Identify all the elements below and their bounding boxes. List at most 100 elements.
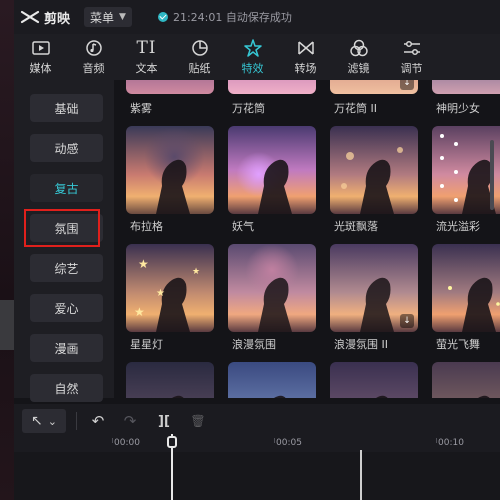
tab-label: 媒体 (29, 62, 52, 75)
redo-icon: ↷ (123, 412, 137, 430)
category-comic[interactable]: 漫画 (30, 334, 103, 362)
download-icon[interactable]: ↓ (400, 314, 414, 328)
category-nature[interactable]: 自然 (30, 374, 103, 402)
tab-label: 转场 (294, 62, 317, 75)
silhouette-image (156, 159, 190, 214)
effect-thumbnail[interactable] (228, 362, 316, 398)
category-variety[interactable]: 综艺 (30, 254, 103, 282)
effect-label: 星星灯 (130, 338, 163, 351)
filter-icon (349, 39, 368, 57)
timeline-tracks[interactable] (14, 452, 500, 500)
silhouette-image (172, 395, 184, 398)
effect-thumbnail[interactable] (330, 362, 418, 398)
tab-audio[interactable]: 音频 (67, 34, 120, 80)
effect-label: 浪漫氛围 II (334, 338, 388, 351)
tab-effects[interactable]: 特效 (226, 34, 279, 80)
svg-text:★: ★ (134, 305, 145, 319)
undo-button[interactable]: ↶ (87, 409, 109, 433)
silhouette-image: ★ ★ ★ ★ (134, 257, 200, 332)
split-button[interactable]: ][ (153, 409, 175, 433)
tab-media[interactable]: 媒体 (14, 34, 67, 80)
highlight-box (24, 209, 100, 247)
undo-icon: ↶ (91, 412, 105, 430)
chevron-down-icon: ⌄ (47, 414, 57, 428)
check-circle-icon (157, 12, 168, 22)
silhouette-image (274, 395, 286, 398)
autosave-text: 21:24:01 自动保存成功 (172, 11, 292, 24)
effect-thumbnail[interactable]: ★ ★ ★ ★ (126, 244, 214, 332)
app-logo: 剪映 (20, 8, 70, 27)
screen: 剪映 菜单 ▼ 21:24:01 自动保存成功 媒体 音频 TI 文本 贴纸 特… (0, 0, 500, 500)
delete-button[interactable]: 🗑 (187, 409, 209, 433)
effect-thumbnail[interactable]: ↓ (330, 80, 418, 94)
timeline-toolbar: ↖ ⌄ ↶ ↷ ][ 🗑 (14, 404, 500, 438)
ruler-tick (436, 438, 437, 443)
sticker-icon (191, 40, 208, 56)
app-name: 剪映 (44, 11, 71, 27)
cursor-icon: ↖ (31, 413, 43, 429)
tab-sticker[interactable]: 贴纸 (173, 34, 226, 80)
effects-scrollbar[interactable] (490, 140, 494, 210)
effect-label: 万花筒 (232, 102, 265, 115)
playhead-handle[interactable] (167, 436, 177, 448)
autosave-status: 21:24:01 自动保存成功 (157, 9, 292, 25)
menu-label: 菜单 (90, 10, 115, 25)
ruler-label: 00:10 (438, 438, 464, 448)
effect-thumbnail[interactable] (330, 126, 418, 214)
select-tool-button[interactable]: ↖ ⌄ (22, 409, 66, 433)
effect-thumbnail[interactable] (228, 126, 316, 214)
effect-label: 布拉格 (130, 220, 163, 233)
tab-filter[interactable]: 滤镜 (332, 34, 385, 80)
tab-text[interactable]: TI 文本 (120, 34, 173, 80)
effect-label: 万花筒 II (334, 102, 377, 115)
trash-icon: 🗑 (190, 414, 206, 428)
silhouette-image (448, 277, 500, 332)
effect-thumbnail[interactable] (432, 244, 500, 332)
effect-label: 妖气 (232, 220, 254, 233)
svg-text:★: ★ (192, 267, 200, 277)
ruler-label: 00:05 (276, 438, 302, 448)
tab-label: 调节 (400, 62, 423, 75)
download-icon[interactable]: ↓ (400, 80, 414, 90)
toolbar-divider (76, 412, 77, 430)
redo-button[interactable]: ↷ (119, 409, 141, 433)
effect-thumbnail[interactable] (126, 362, 214, 398)
silhouette-image (258, 277, 292, 332)
timeline-panel: ↖ ⌄ ↶ ↷ ][ 🗑 00:00 00:05 00:10 (14, 404, 500, 500)
effect-thumbnail[interactable] (126, 126, 214, 214)
tab-label: 滤镜 (347, 62, 370, 75)
effect-thumbnail[interactable]: ↓ (330, 244, 418, 332)
tab-label: 音频 (82, 62, 105, 75)
time-ruler: 00:00 00:05 00:10 (14, 438, 500, 452)
silhouette-image (258, 159, 292, 214)
effect-thumbnail[interactable] (126, 80, 214, 94)
category-love[interactable]: 爱心 (30, 294, 103, 322)
effect-thumbnail[interactable] (228, 244, 316, 332)
menu-button[interactable]: 菜单 ▼ (84, 7, 132, 27)
tab-adjust[interactable]: 调节 (385, 34, 438, 80)
tab-label: 特效 (241, 62, 264, 75)
split-icon: ][ (158, 413, 170, 429)
silhouette-image (341, 147, 403, 214)
svg-text:★: ★ (138, 257, 149, 271)
adjust-icon (403, 40, 420, 56)
effect-label: 紫雾 (130, 102, 152, 115)
ruler-tick (274, 438, 275, 443)
app-window: 剪映 菜单 ▼ 21:24:01 自动保存成功 媒体 音频 TI 文本 贴纸 特… (14, 0, 500, 500)
effects-grid: ↓ 紫雾 万花筒 万花筒 II 神明少女 布拉格 妖气 光斑飘落 流光溢彩 ★ … (116, 80, 500, 398)
desktop-background (0, 0, 14, 500)
chevron-down-icon: ▼ (119, 12, 126, 22)
main-toolbar: 媒体 音频 TI 文本 贴纸 特效 转场 滤镜 调节 (14, 34, 500, 80)
tab-transition[interactable]: 转场 (279, 34, 332, 80)
category-basic[interactable]: 基础 (30, 94, 103, 122)
effect-label: 光斑飘落 (334, 220, 378, 233)
category-retro[interactable]: 复古 (30, 174, 103, 202)
effect-thumbnail[interactable] (432, 362, 500, 398)
capcut-logo-icon (20, 10, 40, 24)
effect-thumbnail[interactable] (432, 80, 500, 94)
tab-label: 贴纸 (188, 62, 211, 75)
effect-thumbnail[interactable] (228, 80, 316, 94)
silhouette-image (478, 395, 490, 398)
ruler-tick (112, 438, 113, 443)
category-dynamic[interactable]: 动感 (30, 134, 103, 162)
